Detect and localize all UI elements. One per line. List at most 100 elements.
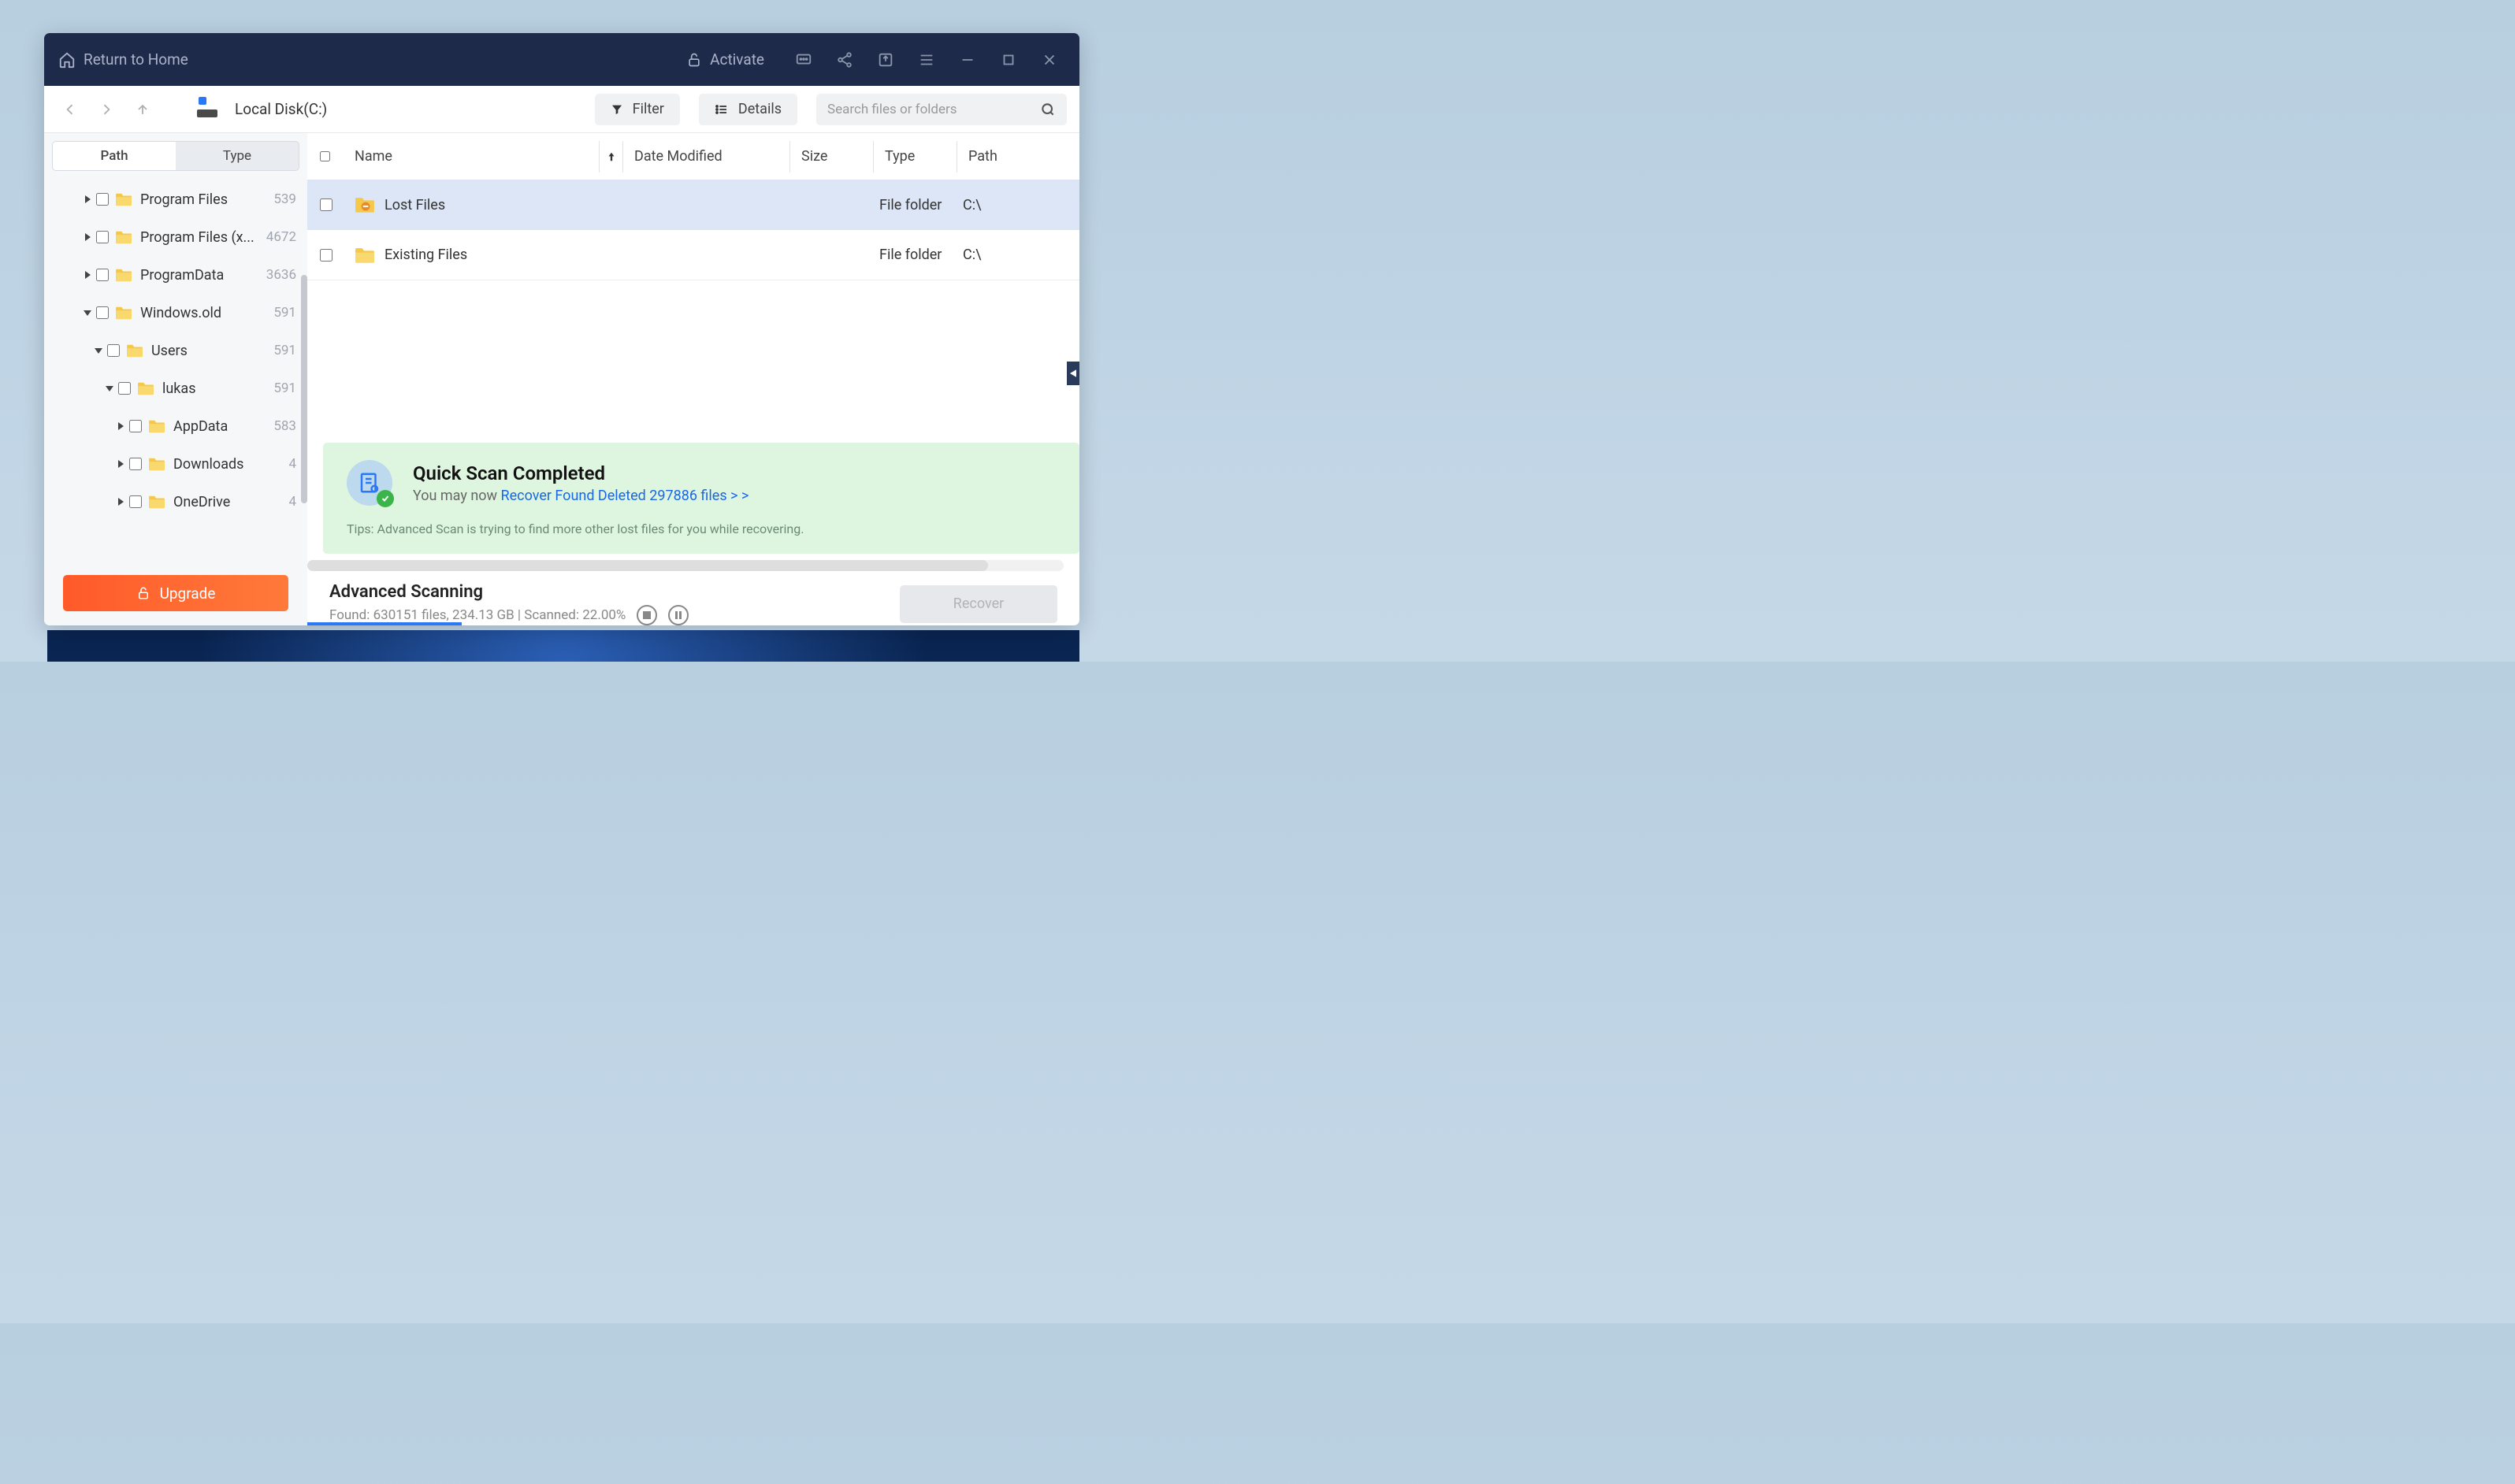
- tree-checkbox[interactable]: [118, 382, 131, 395]
- home-icon: [58, 51, 76, 69]
- horizontal-scrollbar[interactable]: [307, 560, 1064, 571]
- activate-label: Activate: [710, 50, 764, 69]
- tree-item-label: AppData: [173, 418, 269, 435]
- filter-icon: [611, 103, 623, 116]
- tree-item[interactable]: Users591: [44, 332, 307, 369]
- table-row[interactable]: Lost FilesFile folderC:\: [307, 180, 1079, 230]
- tree-item-label: Windows.old: [140, 305, 269, 321]
- sidebar-scrollbar[interactable]: [301, 275, 307, 503]
- sidebar-tabs: Path Type: [52, 141, 299, 171]
- share-icon[interactable]: [829, 44, 860, 76]
- tree-checkbox[interactable]: [96, 269, 109, 281]
- stop-scan-button[interactable]: [637, 605, 657, 625]
- table-row[interactable]: Existing FilesFile folderC:\: [307, 230, 1079, 280]
- scan-progress-bar: [307, 622, 462, 625]
- export-icon[interactable]: [870, 44, 901, 76]
- select-all-checkbox[interactable]: [320, 151, 330, 161]
- toolbar: Local Disk(C:) Filter Details: [44, 86, 1079, 133]
- main-panel: Name Date Modified Size Type Path Lost F…: [307, 133, 1079, 625]
- app-window: Return to Home Activate Local Disk(C:) F…: [44, 33, 1079, 625]
- menu-icon[interactable]: [911, 44, 942, 76]
- search-icon: [1040, 102, 1056, 117]
- details-label: Details: [738, 101, 782, 117]
- titlebar: Return to Home Activate: [44, 33, 1079, 86]
- nav-up-button[interactable]: [129, 96, 156, 123]
- tree-item[interactable]: Program Files (x...4672: [44, 218, 307, 256]
- nav-forward-button[interactable]: [93, 96, 120, 123]
- tree-item-label: Program Files (x...: [140, 229, 262, 246]
- chevron-right-icon[interactable]: [82, 269, 93, 280]
- filter-button[interactable]: Filter: [595, 94, 680, 125]
- tree-item[interactable]: AppData583: [44, 407, 307, 445]
- row-checkbox[interactable]: [320, 249, 332, 262]
- panel-tips: Tips: Advanced Scan is trying to find mo…: [347, 521, 1056, 536]
- tree-checkbox[interactable]: [129, 420, 142, 432]
- tree-item[interactable]: Downloads4: [44, 445, 307, 483]
- folder-icon: [148, 457, 165, 471]
- tab-type[interactable]: Type: [176, 142, 299, 170]
- chevron-right-icon[interactable]: [82, 194, 93, 205]
- tree-item-count: 3636: [266, 267, 296, 283]
- chevron-right-icon[interactable]: [115, 458, 126, 469]
- tree-checkbox[interactable]: [129, 495, 142, 508]
- minimize-button[interactable]: [952, 44, 983, 76]
- recover-found-link[interactable]: Recover Found Deleted 297886 files > >: [501, 488, 749, 504]
- filter-label: Filter: [633, 101, 664, 117]
- column-type[interactable]: Type: [873, 141, 957, 173]
- footer: Advanced Scanning Found: 630151 files, 2…: [307, 571, 1079, 625]
- tree-item[interactable]: Program Files539: [44, 180, 307, 218]
- tree-checkbox[interactable]: [96, 193, 109, 206]
- row-checkbox[interactable]: [320, 198, 332, 211]
- breadcrumb[interactable]: Local Disk(C:): [235, 100, 327, 118]
- folder-icon: [115, 306, 132, 320]
- chevron-right-icon[interactable]: [115, 496, 126, 507]
- search-input[interactable]: [827, 102, 1032, 117]
- details-button[interactable]: Details: [699, 94, 797, 125]
- tree-item-count: 539: [273, 191, 296, 207]
- tree-item-count: 591: [273, 343, 296, 358]
- tree-item-label: OneDrive: [173, 494, 284, 510]
- collapse-panel-button[interactable]: [1067, 362, 1079, 385]
- chevron-down-icon[interactable]: [93, 345, 104, 356]
- maximize-button[interactable]: [993, 44, 1024, 76]
- row-type: File folder: [879, 247, 963, 263]
- tree-item-count: 4672: [266, 229, 296, 245]
- close-button[interactable]: [1034, 44, 1065, 76]
- return-home-label: Return to Home: [84, 50, 188, 69]
- tree-checkbox[interactable]: [96, 231, 109, 243]
- lock-icon: [136, 586, 150, 600]
- chevron-right-icon[interactable]: [115, 421, 126, 432]
- return-home-button[interactable]: Return to Home: [58, 50, 188, 69]
- activate-button[interactable]: Activate: [686, 50, 764, 69]
- folder-icon: [148, 419, 165, 433]
- tree-item[interactable]: lukas591: [44, 369, 307, 407]
- column-size[interactable]: Size: [789, 141, 873, 173]
- upgrade-label: Upgrade: [160, 584, 216, 603]
- recover-button[interactable]: Recover: [900, 585, 1057, 623]
- row-type: File folder: [879, 197, 963, 213]
- nav-back-button[interactable]: [57, 96, 84, 123]
- tree-item-label: Program Files: [140, 191, 269, 208]
- tree-checkbox[interactable]: [107, 344, 120, 357]
- disk-icon: [197, 102, 217, 117]
- chevron-right-icon[interactable]: [82, 232, 93, 243]
- column-name[interactable]: Name: [355, 148, 599, 165]
- tree-item-count: 4: [288, 494, 296, 510]
- tree-checkbox[interactable]: [96, 306, 109, 319]
- tree-item[interactable]: ProgramData3636: [44, 256, 307, 294]
- chevron-down-icon[interactable]: [82, 307, 93, 318]
- tree-item-count: 4: [288, 456, 296, 472]
- feedback-icon[interactable]: [788, 44, 819, 76]
- tree-item-label: Downloads: [173, 456, 284, 473]
- tree-item[interactable]: Windows.old591: [44, 294, 307, 332]
- upgrade-button[interactable]: Upgrade: [63, 575, 288, 611]
- column-path[interactable]: Path: [957, 141, 1067, 173]
- column-date[interactable]: Date Modified: [622, 141, 789, 173]
- sort-button[interactable]: [599, 141, 622, 173]
- tab-path[interactable]: Path: [53, 142, 176, 170]
- pause-scan-button[interactable]: [668, 605, 689, 625]
- tree-checkbox[interactable]: [129, 458, 142, 470]
- search-box[interactable]: [816, 94, 1067, 125]
- chevron-down-icon[interactable]: [104, 383, 115, 394]
- tree-item[interactable]: OneDrive4: [44, 483, 307, 521]
